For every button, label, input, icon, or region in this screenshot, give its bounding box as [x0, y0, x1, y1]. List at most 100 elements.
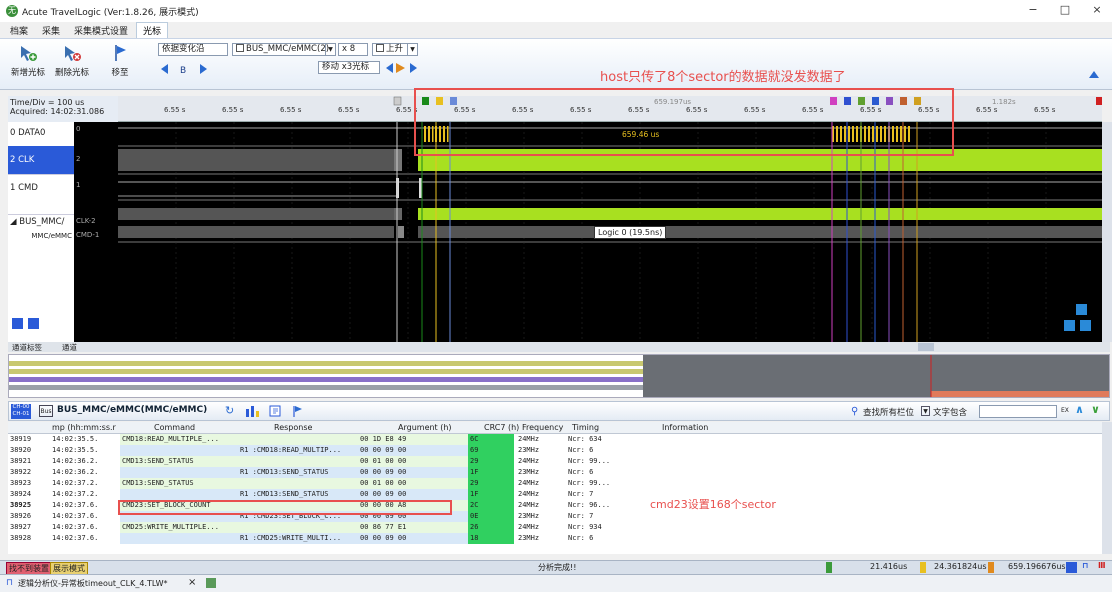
refresh-icon[interactable]: ↻: [225, 404, 234, 417]
edge-select[interactable]: 上升 ▼: [372, 43, 418, 56]
edge-checkbox[interactable]: [376, 44, 384, 52]
document-tab-label[interactable]: 逻辑分析仪-异常板timeout_CLK_4.TLW*: [18, 578, 168, 589]
minimize-button[interactable]: −: [1026, 3, 1040, 17]
add-cursor-button[interactable]: 新增光标: [8, 43, 48, 78]
table-row[interactable]: 38923 14:02:37.2. CMD13:SEND_STATUS 00 01 0…: [8, 478, 1102, 489]
ex-label[interactable]: EX: [1061, 407, 1069, 414]
move-cursor-select[interactable]: 移动 x3光标: [318, 61, 380, 74]
cell-frequency: 24MHz: [518, 523, 540, 531]
table-row[interactable]: 38922 14:02:36.2. R1 :CMD13:SEND_STATUS 00 …: [8, 467, 1102, 478]
cursor-a-icon: [826, 562, 832, 573]
col-argument[interactable]: Argument (h): [398, 423, 452, 432]
prev-arrow-icon: [161, 64, 168, 74]
col-frequency[interactable]: Frequency: [522, 423, 563, 432]
close-button[interactable]: ×: [1090, 3, 1104, 17]
table-row[interactable]: 38919 14:02:35.5. CMD18:READ_MULTIPLE_... 0…: [8, 434, 1102, 445]
clock-icon[interactable]: [1066, 562, 1077, 573]
tab-cursor[interactable]: 光标: [136, 22, 169, 38]
cell-timing: Ncr: 7: [568, 512, 594, 520]
channel-badge[interactable]: CH-00 CH-01: [11, 404, 31, 419]
cell-argument: 00 00 09 00: [360, 468, 407, 476]
flag-icon[interactable]: [291, 405, 303, 418]
channel-label-tab[interactable]: 通道标签: [12, 342, 42, 353]
table-scrollbar[interactable]: [1102, 422, 1112, 554]
export-icon[interactable]: [269, 405, 283, 417]
cell-time: 14:02:36.2.: [52, 457, 99, 465]
search-field-select[interactable]: 查找所有栏位: [863, 406, 914, 418]
col-timing[interactable]: Timing: [572, 423, 599, 432]
cell-timing: Ncr: 99...: [568, 479, 611, 487]
cursor-jump-buttons[interactable]: [384, 61, 420, 75]
bus-select[interactable]: BUS_MMC/eMMC(2) ▼: [232, 43, 336, 56]
cell-id: 38925: [10, 501, 32, 509]
cursor-b-label: B: [180, 66, 186, 75]
bus-select-checkbox[interactable]: [236, 44, 244, 52]
table-row[interactable]: 38928 14:02:37.6. R1 :CMD25:WRITE_MULTI...…: [8, 533, 1102, 544]
col-crc[interactable]: CRC7 (h): [484, 423, 519, 432]
col-timestamp[interactable]: mp (hh:mm:ss.r: [52, 423, 116, 432]
cell-id: 38926: [10, 512, 32, 520]
move-to-button[interactable]: 移至: [104, 43, 136, 78]
statistics-icon[interactable]: [245, 405, 261, 417]
table-row[interactable]: 38921 14:02:36.2. CMD13:SEND_STATUS 00 01 0…: [8, 456, 1102, 467]
search-up-icon[interactable]: ∧: [1075, 403, 1084, 416]
channel-tool-icon[interactable]: [27, 318, 39, 329]
cell-argument: 00 00 09 00: [360, 534, 407, 542]
col-information[interactable]: Information: [662, 423, 708, 432]
chevron-down-icon[interactable]: ▼: [921, 406, 930, 416]
collapse-ribbon-icon[interactable]: [1088, 69, 1100, 79]
tab-capture-settings[interactable]: 采集模式设置: [68, 23, 134, 38]
multiplier-select[interactable]: x 8: [338, 43, 368, 56]
signal-icon[interactable]: ⊓: [1082, 561, 1088, 570]
move-to-label: 移至: [111, 68, 129, 78]
bus-channel-label: BUS_MMC/: [19, 217, 65, 227]
vertical-scrollbar[interactable]: [1102, 122, 1112, 342]
search-down-icon[interactable]: ∨: [1091, 403, 1100, 416]
bus-tag[interactable]: Bus: [39, 405, 53, 417]
add-cursor-icon: [21, 46, 37, 61]
new-tab-icon[interactable]: [206, 578, 216, 588]
analysis-status: 分析完成!!: [538, 563, 577, 572]
trigger-mode-select[interactable]: 依据变化沿: [158, 43, 228, 56]
channel-tab[interactable]: 通道: [62, 342, 77, 353]
channel-clk[interactable]: 2 CLK: [8, 146, 74, 174]
ruler-label: 6.55 s: [1034, 106, 1056, 114]
channel-id: CLK-2: [76, 217, 96, 225]
app-logo-icon: 无: [6, 5, 18, 17]
overview-strip[interactable]: [8, 354, 1110, 398]
add-cursor-label: 新增光标: [10, 68, 45, 78]
search-input[interactable]: [979, 405, 1057, 418]
table-row[interactable]: 38924 14:02:37.2. R1 :CMD13:SEND_STATUS 00 …: [8, 489, 1102, 500]
channel-cmd[interactable]: 1 CMD: [8, 174, 74, 200]
maximize-button[interactable]: □: [1058, 3, 1072, 17]
cell-time: 14:02:37.2.: [52, 479, 99, 487]
close-tab-icon[interactable]: ×: [188, 577, 196, 588]
channel-tool-icon[interactable]: [12, 318, 23, 329]
delete-cursor-button[interactable]: 删除光标: [52, 43, 92, 78]
cell-frequency: 24MHz: [518, 490, 540, 498]
channel-bus[interactable]: ◢ BUS_MMC/: [8, 214, 74, 228]
bars-icon[interactable]: Ⅲ: [1098, 561, 1106, 570]
cell-id: 38928: [10, 534, 32, 542]
time-div-label[interactable]: Time/Div = 100 us: [10, 98, 116, 107]
annotation-box-top: [414, 88, 954, 156]
cell-timing: Ncr: 934: [568, 523, 602, 531]
bus-name-label[interactable]: BUS_MMC/eMMC(MMC/eMMC): [57, 405, 207, 415]
cursor-c-value: 659.196676us: [1008, 562, 1066, 571]
horizontal-scrollbar-thumb[interactable]: [918, 343, 934, 351]
table-row[interactable]: 38927 14:02:37.6. CMD25:WRITE_MULTIPLE... 0…: [8, 522, 1102, 533]
tab-file[interactable]: 档案: [4, 23, 34, 38]
col-command[interactable]: Command: [154, 423, 195, 432]
cursor-nav-arrows[interactable]: B: [160, 63, 214, 75]
cell-crc: 29: [470, 479, 479, 487]
table-row[interactable]: 38920 14:02:35.5. R1 :CMD18:READ_MULTIP...…: [8, 445, 1102, 456]
signal-tooltip: Logic 0 (19.5ns): [594, 226, 667, 239]
document-icon: ⊓: [6, 578, 14, 588]
tab-capture[interactable]: 采集: [36, 23, 66, 38]
cell-frequency: 23MHz: [518, 468, 540, 476]
col-response[interactable]: Response: [274, 423, 312, 432]
cursor-b-icon: [920, 562, 926, 573]
window-title: Acute TravelLogic (Ver:1.8.26, 展示模式): [22, 7, 199, 18]
cell-time: 14:02:37.2.: [52, 490, 99, 498]
cell-id: 38922: [10, 468, 32, 476]
